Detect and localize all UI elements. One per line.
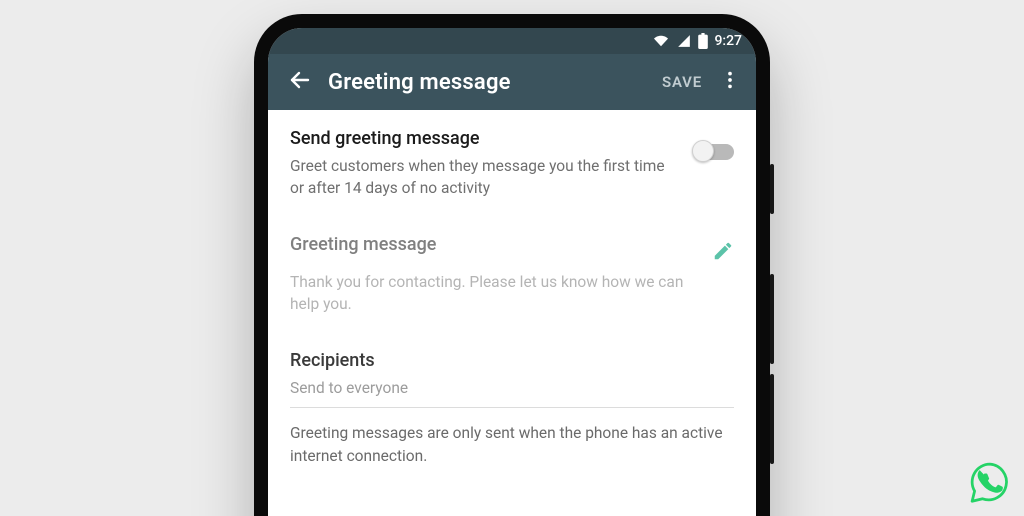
settings-content: Send greeting message Greet customers wh… — [268, 110, 756, 516]
overflow-menu-button[interactable] — [712, 58, 748, 106]
setting-send-greeting[interactable]: Send greeting message Greet customers wh… — [290, 128, 734, 200]
wifi-icon — [652, 34, 670, 48]
setting-send-greeting-desc: Greet customers when they message you th… — [290, 155, 678, 200]
arrow-left-icon — [288, 68, 312, 96]
page-title: Greeting message — [322, 70, 652, 95]
app-bar: Greeting message SAVE — [268, 54, 756, 110]
setting-recipients-value: Send to everyone — [290, 377, 734, 399]
divider — [290, 407, 734, 408]
edit-greeting-button[interactable] — [712, 240, 734, 266]
device-volume-up-button — [770, 274, 774, 364]
toggle-knob — [692, 140, 714, 162]
setting-send-greeting-title: Send greeting message — [290, 128, 678, 149]
back-button[interactable] — [278, 58, 322, 106]
device-volume-down-button — [770, 374, 774, 464]
status-bar: 9:27 — [268, 28, 756, 54]
setting-greeting-message-body: Thank you for contacting. Please let us … — [290, 271, 696, 316]
send-greeting-toggle[interactable] — [694, 144, 734, 160]
phone-device-frame: 9:27 Greeting message SAVE Send gree — [254, 14, 770, 516]
setting-greeting-message[interactable]: Greeting message Thank you for contactin… — [290, 234, 734, 316]
save-button[interactable]: SAVE — [652, 58, 712, 106]
phone-screen: 9:27 Greeting message SAVE Send gree — [268, 28, 756, 516]
setting-recipients-title: Recipients — [290, 350, 734, 371]
setting-greeting-message-title: Greeting message — [290, 234, 696, 255]
whatsapp-logo-icon — [968, 460, 1012, 504]
setting-recipients[interactable]: Recipients Send to everyone — [290, 350, 734, 399]
footer-note: Greeting messages are only sent when the… — [290, 422, 734, 467]
device-power-button — [770, 164, 774, 214]
status-bar-time: 9:27 — [714, 33, 742, 49]
pencil-icon — [712, 247, 734, 266]
more-vert-icon — [719, 69, 741, 95]
battery-icon — [698, 33, 708, 49]
cell-signal-icon — [676, 34, 692, 48]
